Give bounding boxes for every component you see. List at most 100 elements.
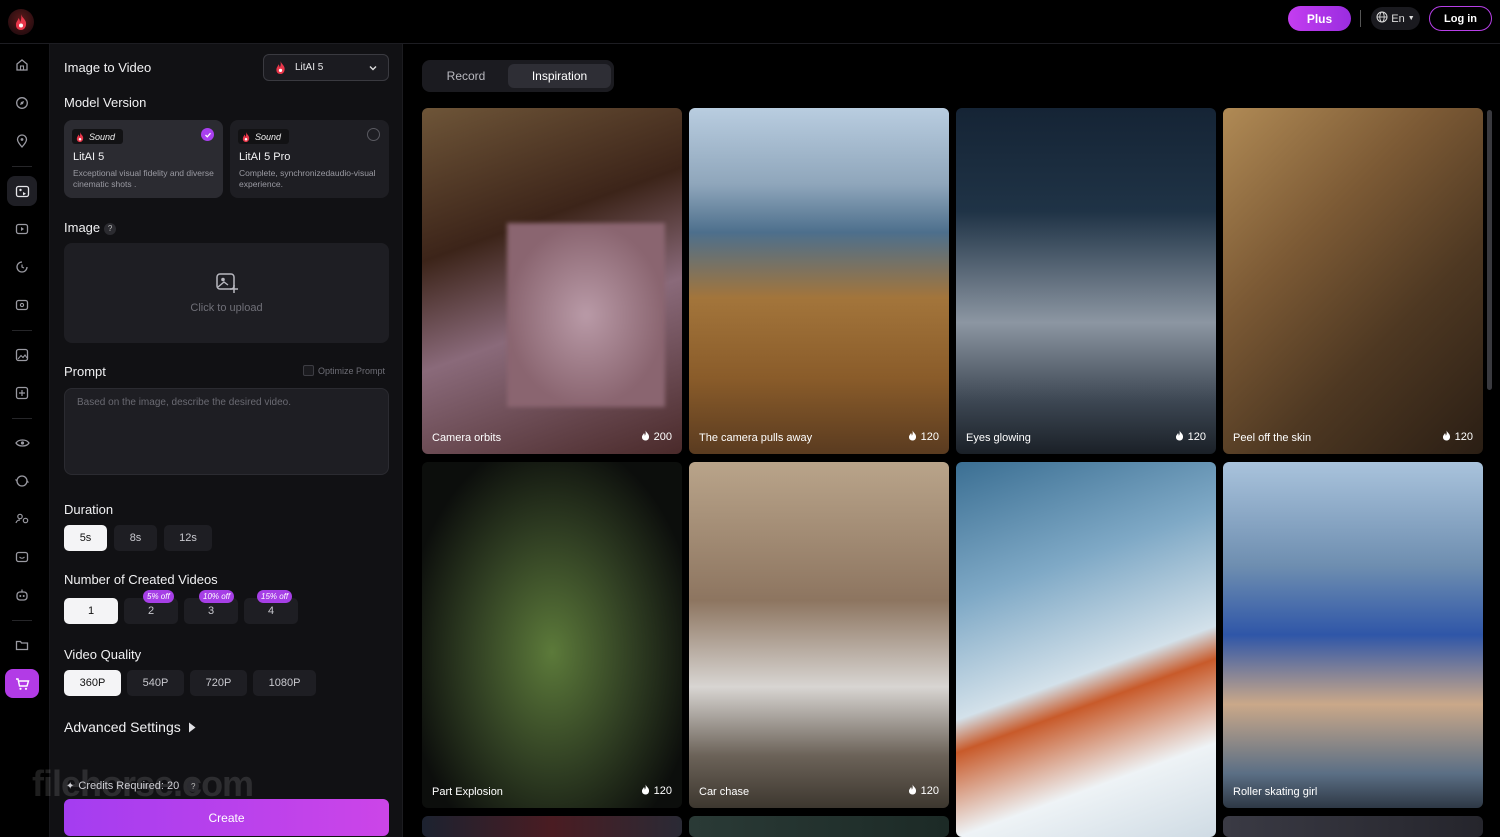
tab-inspiration[interactable]: Inspiration [508,64,611,88]
duration-option-12s[interactable]: 12s [164,525,212,551]
video-effects-icon[interactable] [7,290,37,320]
image-generate-icon[interactable] [7,378,37,408]
discount-badge: 15% off [257,590,293,603]
card-count: 120 [1442,430,1473,444]
model-name: LitAI 5 [73,151,105,163]
caret-down-icon: ▼ [1407,15,1415,22]
scrollbar[interactable] [1487,110,1492,390]
lip-sync-icon[interactable] [7,542,37,572]
gallery-card[interactable]: Part Explosion 120 [422,462,682,808]
app-logo[interactable] [8,9,34,35]
icon-rail [0,44,50,837]
language-label: En [1391,12,1405,25]
login-button[interactable]: Log in [1429,6,1492,31]
image-edit-icon[interactable] [7,340,37,370]
gallery-card[interactable]: The camera pulls away 120 [689,108,949,454]
duration-option-5s[interactable]: 5s [64,525,107,551]
card-count-value: 120 [653,785,672,797]
view-tabs: Record Inspiration [422,60,614,92]
credits-info: ✦ Credits Required: 20 ? [66,780,200,792]
plus-button[interactable]: Plus [1288,6,1351,31]
credits-label: Credits Required: 20 [78,780,180,792]
card-caption: Car chase [699,786,750,798]
tab-record[interactable]: Record [426,64,506,88]
language-selector[interactable]: En ▼ [1371,7,1420,30]
sound-badge: Sound [72,129,124,144]
gallery-card[interactable]: Roller skating girl [1223,462,1483,808]
flame-icon [641,430,650,444]
folder-icon[interactable] [7,630,37,660]
litai-logo-icon [276,61,285,74]
card-count: 120 [641,784,672,798]
card-caption: Peel off the skin [1233,432,1312,444]
prompt-input[interactable]: Based on the image, describe the desired… [64,388,389,475]
gallery-card[interactable] [689,816,949,837]
count-option-1[interactable]: 1 [64,598,118,624]
gallery-card[interactable] [1223,816,1483,837]
create-button[interactable]: Create [64,799,389,836]
cart-icon[interactable] [5,669,39,698]
card-caption: Roller skating girl [1233,786,1318,798]
help-icon[interactable]: ? [104,222,117,235]
optimize-prompt-checkbox[interactable]: Optimize Prompt [303,365,385,376]
model-card-litai-5[interactable]: Sound LitAI 5 Exceptional visual fidelit… [64,120,223,198]
quality-option-1080p[interactable]: 1080P [253,670,316,696]
gallery-card[interactable]: Peel off the skin 120 [1223,108,1483,454]
model-dropdown-value: LitAI 5 [295,62,324,73]
model-description: Exceptional visual fidelity and diverse … [73,168,214,189]
eye-icon[interactable] [7,428,37,458]
radio-icon [367,128,380,141]
gallery-card[interactable] [956,462,1216,837]
image-upload-area[interactable]: Click to upload [64,243,389,343]
rail-divider [12,330,32,331]
advanced-settings-toggle[interactable]: Advanced Settings [64,719,196,735]
rail-divider [12,620,32,621]
gallery-card[interactable] [422,816,682,837]
prompt-label: Prompt [64,364,106,379]
image-label: Image? [64,220,117,235]
flame-icon [1442,430,1451,444]
model-description: Complete, synchronizedaudio-visual exper… [239,168,376,189]
explore-icon[interactable] [7,88,37,118]
check-icon [201,128,214,141]
duration-option-8s[interactable]: 8s [114,525,157,551]
help-icon[interactable]: ? [187,780,200,792]
model-card-litai-5-pro[interactable]: Sound LitAI 5 Pro Complete, synchronized… [230,120,389,198]
card-count-value: 120 [920,785,939,797]
flame-icon [1175,430,1184,444]
quality-option-540p[interactable]: 540P [127,670,184,696]
robot-icon[interactable] [7,580,37,610]
image-to-video-icon[interactable] [7,176,37,206]
flame-icon [641,784,650,798]
card-caption: Eyes glowing [966,432,1031,444]
optimize-prompt-label: Optimize Prompt [318,365,386,376]
card-count-value: 120 [1454,431,1473,443]
card-count-value: 120 [920,431,939,443]
sparkle-icon: ✦ [66,780,75,792]
rail-divider [12,418,32,419]
sound-badge-label: Sound [89,131,116,142]
image-label-text: Image [64,220,101,235]
quality-label: Video Quality [64,647,142,662]
text-to-video-icon[interactable] [7,214,37,244]
users-icon[interactable] [7,504,37,534]
gallery-card[interactable]: Camera orbits 200 [422,108,682,454]
quality-option-360p[interactable]: 360P [64,670,121,696]
location-pin-icon[interactable] [7,126,37,156]
caret-right-icon [188,722,196,732]
face-swap-icon[interactable] [7,466,37,496]
gallery-card[interactable]: Car chase 120 [689,462,949,808]
count-label: Number of Created Videos [64,572,218,587]
model-dropdown[interactable]: LitAI 5 [263,54,389,81]
checkbox-box[interactable] [303,365,314,376]
home-icon[interactable] [7,50,37,80]
card-count: 120 [1175,430,1206,444]
rail-divider [12,166,32,167]
motion-icon[interactable] [7,252,37,282]
card-caption: Part Explosion [432,786,503,798]
image-upload-icon [215,273,238,293]
card-count-value: 120 [1187,431,1206,443]
card-count: 120 [908,784,939,798]
quality-option-720p[interactable]: 720P [190,670,247,696]
gallery-card[interactable]: Eyes glowing 120 [956,108,1216,454]
